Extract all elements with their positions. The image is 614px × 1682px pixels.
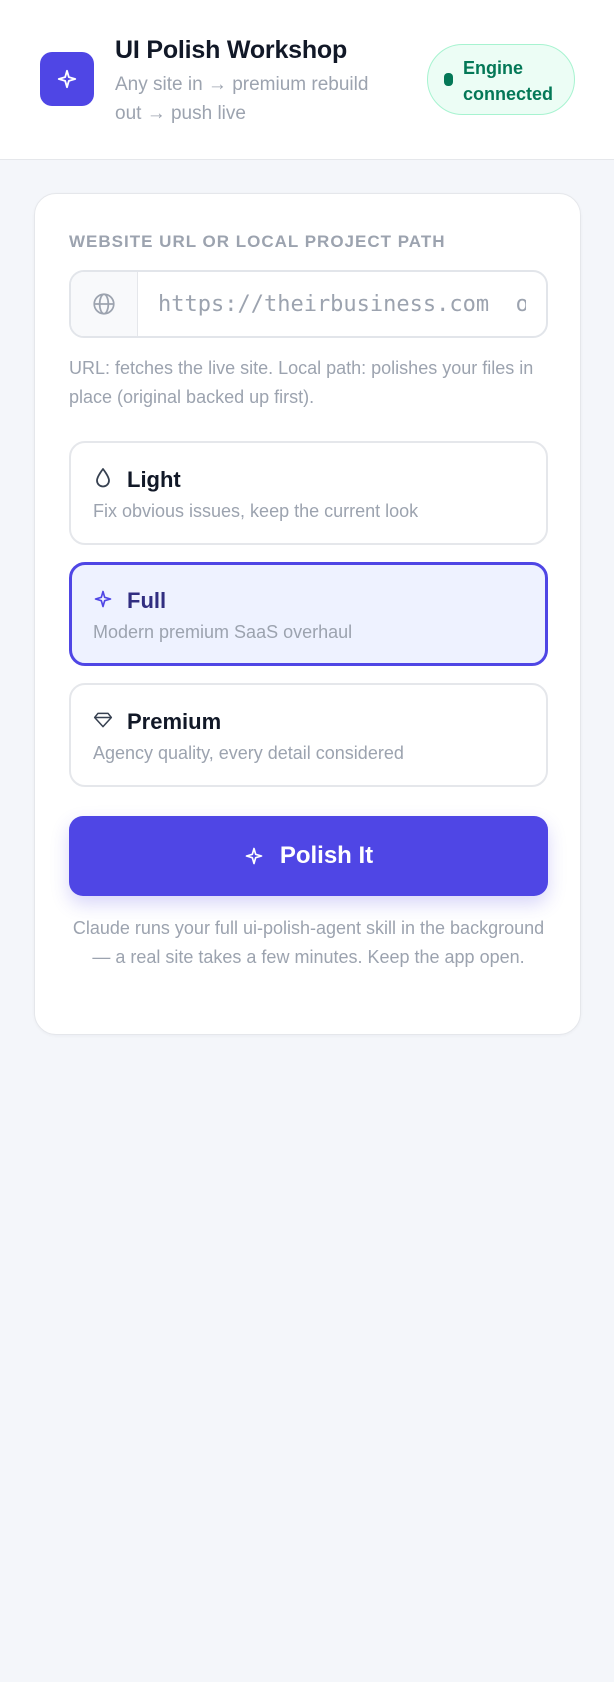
- option-description: Fix obvious issues, keep the current loo…: [93, 501, 419, 521]
- sparkle-icon: [56, 68, 78, 90]
- option-description: Agency quality, every detail considered: [93, 743, 404, 763]
- url-field-prefix: [71, 272, 138, 336]
- page-title: UI Polish Workshop: [115, 36, 348, 64]
- mode-option-light[interactable]: Light Fix obvious issues, keep the curre…: [69, 441, 548, 545]
- option-description: Modern premium SaaS overhaul: [93, 622, 353, 642]
- diamond-icon: [93, 709, 113, 731]
- mode-option-full[interactable]: Full Modern premium SaaS overhaul: [69, 562, 548, 666]
- sparkle-icon: [244, 846, 264, 866]
- status-label: Engine connected: [463, 58, 554, 104]
- status-dot-icon: [444, 73, 453, 86]
- option-title: Full: [127, 588, 167, 613]
- app-logo: [40, 52, 94, 106]
- background-run-note: Claude runs your full ui-polish-agent sk…: [72, 918, 545, 967]
- url-input[interactable]: [138, 272, 546, 336]
- globe-icon: [91, 291, 117, 317]
- app-header: UI Polish Workshop Any site in → premium…: [0, 0, 614, 160]
- url-field: [69, 270, 548, 338]
- option-title: Premium: [127, 709, 222, 734]
- polish-it-label: Polish It: [279, 842, 374, 869]
- engine-status-badge: Engine connected: [427, 44, 575, 115]
- polish-it-button[interactable]: Polish It: [69, 816, 548, 896]
- sparkle-icon: [93, 588, 113, 610]
- url-help-text: URL: fetches the live site. Local path: …: [69, 358, 534, 407]
- option-title: Light: [127, 467, 181, 492]
- url-field-label: WEBSITE URL OR LOCAL PROJECT PATH: [69, 232, 446, 251]
- polish-form-card: WEBSITE URL OR LOCAL PROJECT PATH URL: f…: [34, 193, 581, 1035]
- droplet-icon: [93, 467, 113, 489]
- mode-option-premium[interactable]: Premium Agency quality, every detail con…: [69, 683, 548, 787]
- page-subtitle: Any site in → premium rebuild out → push…: [115, 74, 369, 124]
